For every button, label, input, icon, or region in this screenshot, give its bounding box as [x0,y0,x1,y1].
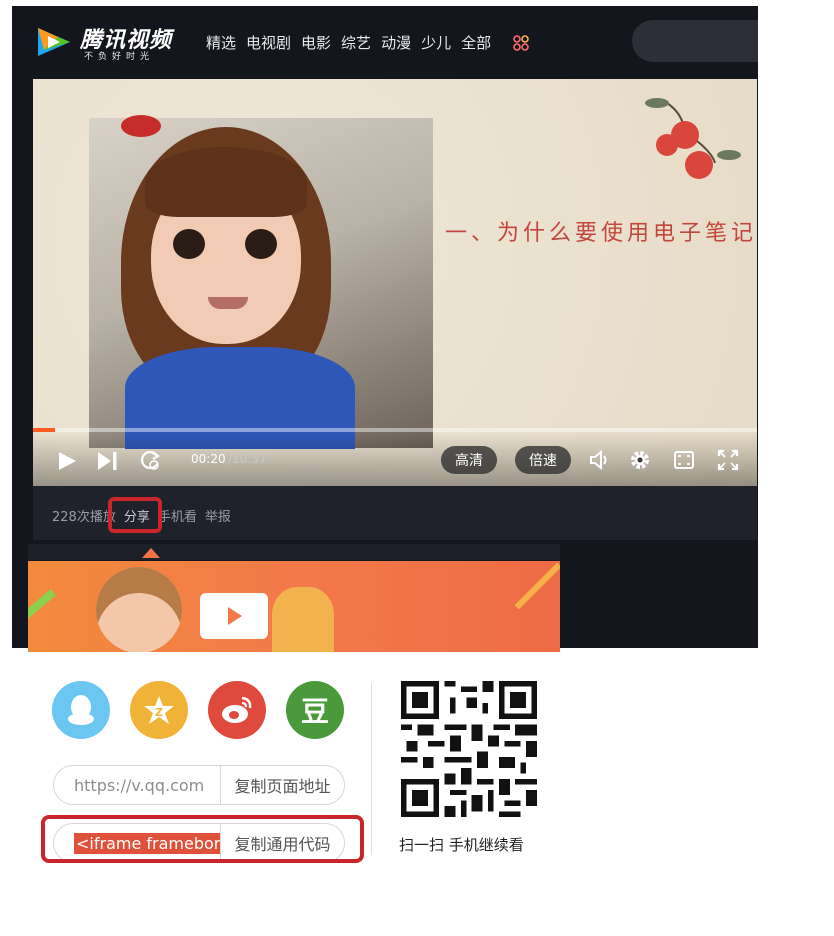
avatar-mouth [208,297,248,309]
avatar-eye-left [173,229,205,259]
share-banner [28,561,560,652]
share-divider [371,683,372,855]
share-qzone-icon[interactable]: Z [130,681,188,739]
search-input[interactable] [632,20,758,62]
banner-stripe [514,562,560,610]
nav-link-all[interactable]: 全部 [461,32,491,53]
nav-link-movie[interactable]: 电影 [301,32,331,53]
time-total: /10:57 [228,452,267,466]
banner-mascot-dog [272,587,334,652]
banner-stripe [28,589,56,621]
nav-link-featured[interactable]: 精选 [206,32,236,53]
video-player[interactable]: 一、为什么要使用电子笔记 [33,79,757,486]
banner-tablet [200,593,268,639]
progress-track[interactable] [33,428,757,432]
quality-button[interactable]: 高清 [441,446,497,474]
nav-link-variety[interactable]: 综艺 [341,32,371,53]
nav-link-tv[interactable]: 电视剧 [246,32,291,53]
embed-highlight-box [41,815,364,863]
copy-page-url-button[interactable]: 复制页面地址 [220,766,344,804]
weibo-eye-icon [222,696,252,723]
volume-icon[interactable] [588,448,612,472]
fullscreen-icon[interactable] [716,448,740,472]
mobile-watch-link[interactable]: 手机看 [158,506,197,525]
video-caption: 一、为什么要使用电子笔记 [445,221,757,246]
page-url-field: https://v.qq.com 复制页面地址 [53,765,345,805]
avatar-bow [121,115,161,137]
banner-play-icon [228,607,242,625]
time-current: 00:20 [191,452,226,466]
share-highlight-box [108,497,162,533]
play-count: 228次播放 [52,510,116,525]
avatar-eye-right [245,229,277,259]
banner-mascot-girl [96,567,182,652]
qzone-star-icon: Z [144,696,174,724]
next-episode-icon[interactable] [96,450,120,472]
qr-code-icon [401,681,537,817]
nav-link-anime[interactable]: 动漫 [381,32,411,53]
picture-in-picture-icon[interactable] [672,448,696,472]
settings-gear-icon[interactable] [628,448,652,472]
share-popup-header [28,544,560,560]
cherry-decoration-icon [645,98,741,179]
play-icon[interactable] [56,450,78,472]
share-qq-icon[interactable] [52,681,110,739]
share-weibo-icon[interactable] [208,681,266,739]
nav-links: 精选 电视剧 电影 综艺 动漫 少儿 全部 [206,32,491,53]
qr-caption: 扫一扫 手机继续看 [399,836,524,854]
nav-link-kids[interactable]: 少儿 [421,32,451,53]
avatar-bangs [145,147,307,217]
popup-arrow [142,548,160,558]
share-douban-icon[interactable]: 豆 [286,681,344,739]
report-link[interactable]: 举报 [205,506,231,525]
loop-icon[interactable] [138,448,162,472]
tencent-video-logo-icon[interactable] [34,24,74,60]
qzone-glyph: Z [155,706,163,719]
all-channels-grid-icon[interactable] [513,35,529,51]
page-url-input[interactable]: https://v.qq.com [54,766,220,804]
logo-slogan: 不负好时光 [84,52,155,62]
speed-button[interactable]: 倍速 [515,446,571,474]
qq-penguin-icon [68,695,94,725]
progress-fill [33,428,55,432]
